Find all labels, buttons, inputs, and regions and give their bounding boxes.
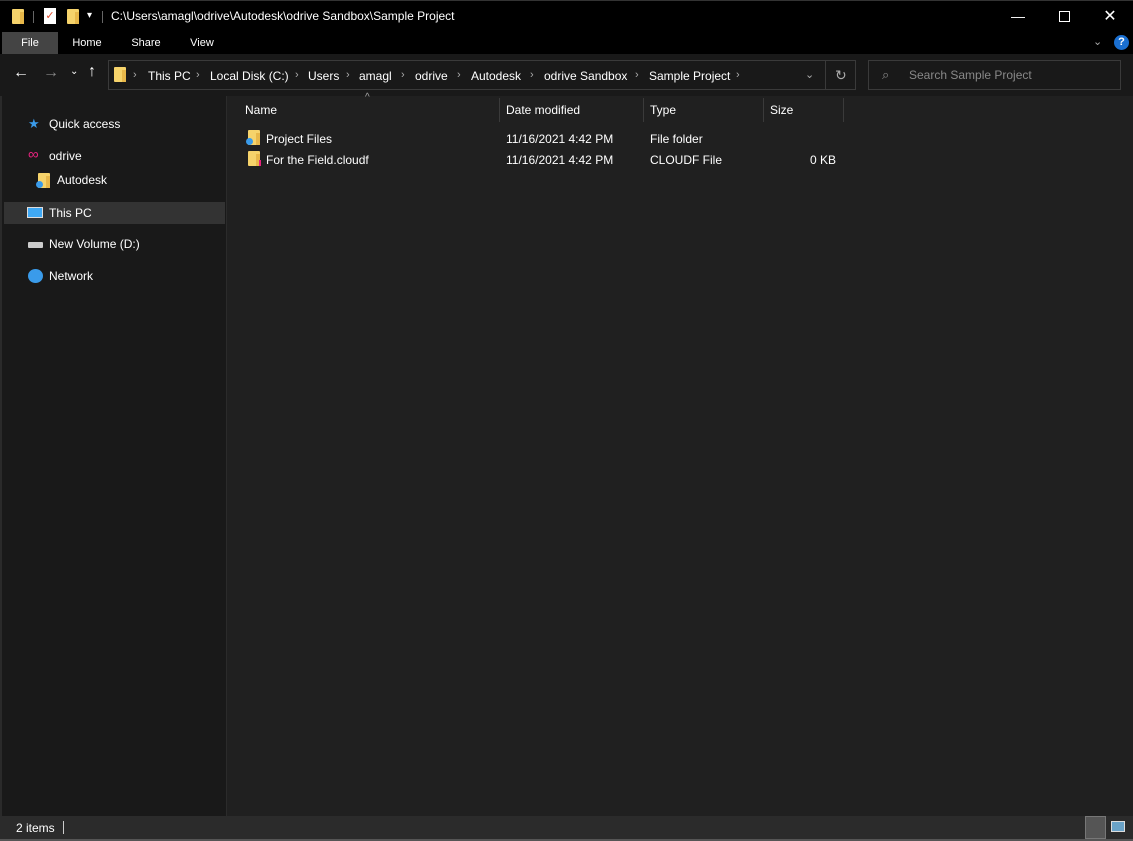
navigation-pane: ★ Quick access ∞ odrive Autodesk This PC… — [0, 96, 226, 816]
table-row[interactable]: Project Files 11/16/2021 4:42 PM File fo… — [240, 128, 840, 148]
file-size: 0 KB — [809, 153, 836, 167]
nav-label: This PC — [49, 206, 92, 220]
nav-label: New Volume (D:) — [49, 237, 140, 251]
file-date: 11/16/2021 4:42 PM — [506, 132, 614, 146]
nav-label: Network — [49, 269, 94, 283]
star-icon: ★ — [28, 116, 40, 131]
sync-badge-icon — [246, 138, 253, 145]
crumb-this-pc[interactable]: This PC — [148, 69, 191, 83]
file-list — [226, 96, 1133, 816]
tab-home[interactable]: Home — [60, 32, 114, 54]
tab-share[interactable]: Share — [120, 32, 172, 54]
nav-item-this-pc[interactable]: This PC — [4, 202, 225, 224]
column-divider[interactable] — [843, 98, 844, 122]
file-date: 11/16/2021 4:42 PM — [506, 153, 614, 167]
close-button[interactable]: ✕ — [1087, 1, 1133, 31]
crumb-users[interactable]: Users — [308, 69, 339, 83]
divider — [33, 11, 34, 23]
sync-badge-icon — [36, 181, 43, 188]
column-header-date[interactable]: Date modified — [500, 103, 580, 123]
nav-item-quick-access[interactable]: ★ Quick access — [4, 113, 225, 135]
nav-label: Autodesk — [57, 173, 108, 187]
table-row[interactable]: For the Field.cloudf 11/16/2021 4:42 PM … — [240, 149, 840, 169]
column-header-size[interactable]: Size — [764, 103, 793, 123]
computer-icon — [27, 207, 43, 218]
maximize-button[interactable] — [1041, 1, 1087, 31]
file-type: File folder — [650, 132, 703, 146]
status-bar: 2 items — [0, 816, 1133, 841]
divider — [63, 821, 64, 834]
tab-file[interactable]: File — [2, 32, 58, 54]
forward-button[interactable]: → — [43, 64, 59, 82]
network-icon — [28, 269, 43, 283]
expand-ribbon-icon[interactable]: ⌄ — [1093, 35, 1102, 48]
nav-label: odrive — [49, 149, 82, 163]
file-name: For the Field.cloudf — [266, 153, 369, 167]
crumb-local-disk[interactable]: Local Disk (C:) — [210, 69, 289, 83]
properties-icon[interactable]: ✓ — [44, 8, 56, 24]
nav-item-new-volume[interactable]: New Volume (D:) — [4, 233, 225, 255]
minimize-button[interactable]: — — [995, 1, 1041, 31]
drive-icon — [28, 242, 43, 248]
help-icon[interactable]: ? — [1114, 35, 1129, 50]
sort-ascending-icon: ^ — [365, 92, 370, 103]
window-title: C:\Users\amagl\odrive\Autodesk\odrive Sa… — [111, 9, 455, 23]
search-icon: ⌕ — [882, 67, 890, 82]
tab-view[interactable]: View — [178, 32, 226, 54]
nav-label: Quick access — [49, 117, 121, 131]
crumb-odrive-sandbox[interactable]: odrive Sandbox — [544, 69, 627, 83]
crumb-amagl[interactable]: amagl — [359, 69, 392, 83]
back-button[interactable]: ← — [13, 64, 29, 82]
search-placeholder: Search Sample Project — [909, 68, 1032, 82]
item-count: 2 items — [16, 821, 55, 835]
nav-item-autodesk[interactable]: Autodesk — [4, 169, 225, 191]
address-dropdown-icon[interactable]: ⌄ — [805, 68, 814, 81]
address-bar[interactable]: › This PC › Local Disk (C:) › Users › am… — [108, 60, 856, 90]
divider — [102, 11, 103, 23]
up-button[interactable]: ↑ — [88, 63, 96, 81]
large-icons-view-button[interactable] — [1111, 821, 1125, 832]
file-type: CLOUDF File — [650, 153, 723, 167]
crumb-sample-project[interactable]: Sample Project — [649, 69, 730, 83]
folder-icon — [12, 9, 24, 24]
column-header-type[interactable]: Type — [644, 103, 676, 123]
new-folder-icon[interactable] — [67, 9, 79, 24]
refresh-icon[interactable]: ↻ — [835, 67, 847, 84]
nav-item-odrive[interactable]: ∞ odrive — [4, 145, 225, 167]
column-header-name[interactable]: Name — [239, 103, 277, 123]
title-bar: ✓ ▾ C:\Users\amagl\odrive\Autodesk\odriv… — [0, 0, 1133, 32]
file-name: Project Files — [266, 132, 333, 146]
folder-icon — [114, 67, 126, 82]
divider — [825, 61, 826, 89]
recent-locations-icon[interactable]: ⌄ — [70, 66, 78, 77]
crumb-odrive[interactable]: odrive — [415, 69, 448, 83]
nav-item-network[interactable]: Network — [4, 265, 225, 287]
odrive-badge-icon — [259, 160, 261, 166]
crumb-autodesk[interactable]: Autodesk — [471, 69, 521, 83]
search-input[interactable]: ⌕ Search Sample Project — [868, 60, 1121, 90]
odrive-icon: ∞ — [28, 146, 39, 163]
details-view-button[interactable] — [1085, 816, 1106, 839]
customize-toolbar-icon[interactable]: ▾ — [87, 10, 92, 21]
